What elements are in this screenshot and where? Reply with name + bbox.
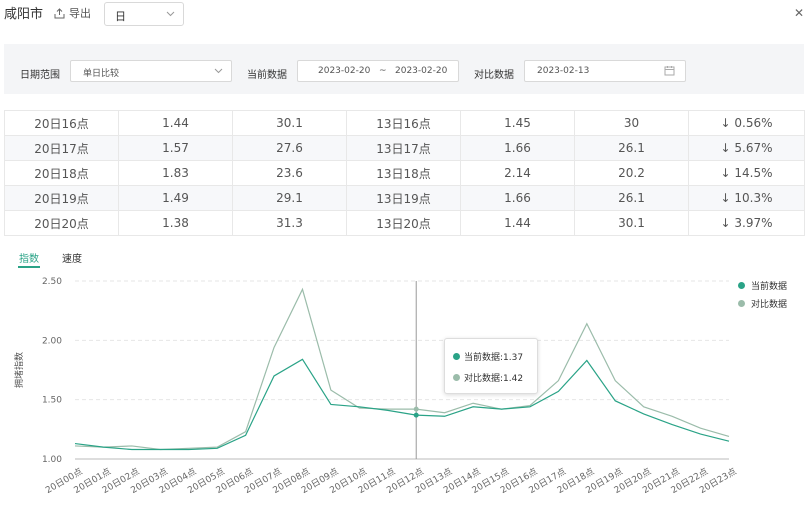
table-cell: 13日19点 xyxy=(346,185,461,211)
tab-index[interactable]: 指数 xyxy=(19,250,39,265)
table-cell: 20日16点 xyxy=(4,110,119,136)
close-icon[interactable]: ✕ xyxy=(794,6,804,20)
current-date-range-input[interactable]: 2023-02-20 ~ 2023-02-20 xyxy=(297,60,459,82)
y-tick-label: 1.00 xyxy=(42,455,62,465)
table-cell: 20日20点 xyxy=(4,210,119,236)
date-range-label: 日期范围 xyxy=(20,70,60,81)
table-row: 20日20点 1.38 31.3 13日20点 1.44 30.1 ↓ 3.97% xyxy=(4,210,805,236)
line-chart: 1.001.502.002.50拥堵指数20日00点20日01点20日02点20… xyxy=(13,277,739,496)
date-range-value: 单日比较 xyxy=(83,69,120,79)
export-label: 导出 xyxy=(69,7,91,20)
chart-tooltip: 当前数据:1.37 对比数据:1.42 xyxy=(444,338,538,394)
table-cell: 13日17点 xyxy=(346,135,461,161)
table-cell: 13日20点 xyxy=(346,210,461,236)
table-cell: 1.66 xyxy=(460,135,575,161)
series-line-compare xyxy=(74,287,730,451)
table-row: 20日17点 1.57 27.6 13日17点 1.66 26.1 ↓ 5.67% xyxy=(4,135,805,161)
legend-item-current[interactable]: 当前数据 xyxy=(738,279,787,292)
legend-label-compare: 对比数据 xyxy=(751,300,788,310)
tooltip-compare: 对比数据:1.42 xyxy=(464,374,524,384)
table-cell: 1.57 xyxy=(118,135,233,161)
granularity-select[interactable]: 日 xyxy=(104,2,184,26)
hover-point-current xyxy=(413,412,419,418)
table-cell: 1.44 xyxy=(460,210,575,236)
table-cell: 13日18点 xyxy=(346,160,461,186)
table-cell: 20日18点 xyxy=(4,160,119,186)
current-data-label: 当前数据 xyxy=(247,70,287,81)
comparison-table: 20日16点 1.44 30.1 13日16点 1.45 30 ↓ 0.56% 20日17点 1… xyxy=(4,110,805,236)
table-cell: 23.6 xyxy=(232,160,347,186)
table-cell: 31.3 xyxy=(232,210,347,236)
table-cell: 1.44 xyxy=(118,110,233,136)
table-cell: 20.2 xyxy=(574,160,689,186)
compare-date-input[interactable]: 2023-02-13 xyxy=(524,60,686,82)
compare-date-value: 2023-02-13 xyxy=(537,66,590,76)
table-row: 20日19点 1.49 29.1 13日19点 1.66 26.1 ↓ 10.3% xyxy=(4,185,805,211)
table-cell: 26.1 xyxy=(574,185,689,211)
active-tab-indicator xyxy=(18,266,40,268)
y-tick-label: 1.50 xyxy=(42,396,62,406)
table-row: 20日18点 1.83 23.6 13日18点 2.14 20.2 ↓ 14.5% xyxy=(4,160,805,186)
table-cell: ↓ 5.67% xyxy=(688,135,805,161)
tooltip-dot-compare xyxy=(453,374,460,381)
legend-item-compare[interactable]: 对比数据 xyxy=(738,297,787,310)
date-range-select[interactable]: 单日比较 xyxy=(70,60,232,82)
filter-bar: 日期范围 单日比较 当前数据 2023-02-20 ~ 2023-02-20 对… xyxy=(4,44,804,94)
legend-label-current: 当前数据 xyxy=(751,282,788,292)
granularity-value: 日 xyxy=(115,10,126,23)
y-tick-label: 2.50 xyxy=(42,277,62,287)
table-row: 20日16点 1.44 30.1 13日16点 1.45 30 ↓ 0.56% xyxy=(4,110,805,136)
table-cell: 20日17点 xyxy=(4,135,119,161)
table-cell: 1.66 xyxy=(460,185,575,211)
hover-point-compare xyxy=(413,406,419,412)
current-start-date: 2023-02-20 xyxy=(318,66,371,76)
export-icon xyxy=(54,7,65,18)
calendar-icon xyxy=(664,66,675,76)
table-cell: 30.1 xyxy=(574,210,689,236)
table-cell: 13日16点 xyxy=(346,110,461,136)
export-button[interactable]: 导出 xyxy=(54,5,91,21)
table-cell: 26.1 xyxy=(574,135,689,161)
table-cell: 1.38 xyxy=(118,210,233,236)
table-cell: 29.1 xyxy=(232,185,347,211)
table-cell: ↓ 14.5% xyxy=(688,160,805,186)
table-cell: 1.83 xyxy=(118,160,233,186)
range-separator: ~ xyxy=(379,66,387,76)
legend-dot-compare xyxy=(738,300,745,307)
legend-dot-current xyxy=(738,282,745,289)
y-axis-title: 拥堵指数 xyxy=(13,352,25,388)
table-cell: 30.1 xyxy=(232,110,347,136)
series-line-current xyxy=(74,358,730,451)
table-cell: 1.45 xyxy=(460,110,575,136)
tab-speed[interactable]: 速度 xyxy=(62,250,82,265)
current-end-date: 2023-02-20 xyxy=(395,66,448,76)
table-cell: 1.49 xyxy=(118,185,233,211)
table-cell: ↓ 3.97% xyxy=(688,210,805,236)
y-tick-label: 2.00 xyxy=(42,336,62,346)
table-cell: ↓ 10.3% xyxy=(688,185,805,211)
city-title: 咸阳市 xyxy=(4,7,44,22)
table-cell: 27.6 xyxy=(232,135,347,161)
table-cell: 2.14 xyxy=(460,160,575,186)
compare-data-label: 对比数据 xyxy=(474,70,514,81)
table-cell: 20日19点 xyxy=(4,185,119,211)
table-cell: ↓ 0.56% xyxy=(688,110,805,136)
table-cell: 30 xyxy=(574,110,689,136)
chevron-down-icon xyxy=(166,11,175,17)
chevron-down-icon xyxy=(214,68,223,74)
tooltip-dot-current xyxy=(453,353,460,360)
tooltip-current: 当前数据:1.37 xyxy=(464,353,524,363)
